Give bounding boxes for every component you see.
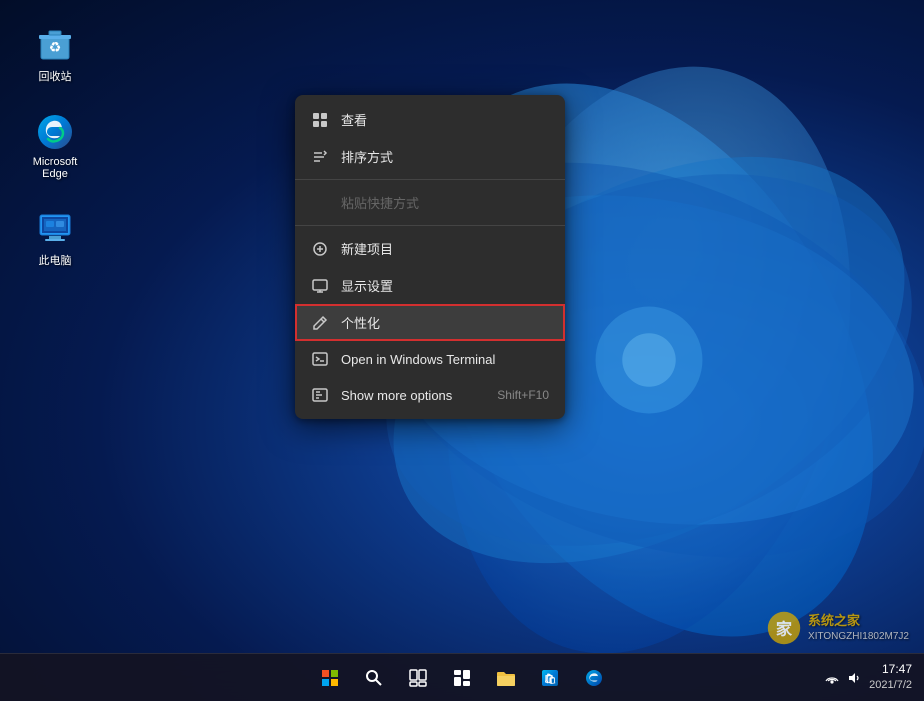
this-pc-icon[interactable]: 此电脑 — [20, 204, 90, 272]
menu-item-personalize[interactable]: 个性化 — [295, 304, 565, 341]
recycle-bin-image: ♻ — [35, 24, 75, 64]
this-pc-label: 此电脑 — [39, 252, 72, 268]
menu-item-paste-label: 粘贴快捷方式 — [341, 193, 419, 212]
menu-item-personalize-label: 个性化 — [341, 313, 380, 332]
more-icon — [311, 386, 329, 404]
watermark-logo: 家 — [766, 610, 802, 646]
file-explorer-button[interactable] — [486, 658, 526, 698]
clock-time: 17:47 — [869, 661, 912, 678]
search-button[interactable] — [354, 658, 394, 698]
menu-item-more-options[interactable]: Show more options Shift+F10 — [295, 377, 565, 413]
menu-item-more-label: Show more options — [341, 388, 452, 403]
edge-label: Microsoft Edge — [24, 156, 86, 180]
menu-divider-1 — [295, 179, 565, 180]
terminal-icon — [311, 350, 329, 368]
edge-image — [35, 112, 75, 152]
desktop-icon-area: ♻ 回收站 — [20, 20, 90, 272]
menu-item-terminal[interactable]: Open in Windows Terminal — [295, 341, 565, 377]
context-menu: 查看 排序方式 粘贴快捷方式 — [295, 95, 565, 419]
menu-item-sort[interactable]: 排序方式 — [295, 138, 565, 175]
display-icon — [311, 277, 329, 295]
start-button[interactable] — [310, 658, 350, 698]
svg-text:♻: ♻ — [49, 39, 62, 55]
recycle-bin-label: 回收站 — [39, 68, 72, 84]
network-icon — [825, 671, 839, 685]
svg-text:家: 家 — [776, 619, 793, 638]
task-view-button[interactable] — [398, 658, 438, 698]
menu-item-terminal-label: Open in Windows Terminal — [341, 352, 495, 367]
menu-item-display[interactable]: 显示设置 — [295, 267, 565, 304]
edge-taskbar-button[interactable] — [574, 658, 614, 698]
paste-icon — [311, 194, 329, 212]
svg-text:🛍: 🛍 — [544, 673, 557, 685]
taskbar-tray: 17:47 2021/7/2 — [825, 661, 912, 693]
watermark-brand: 系统之家 — [808, 613, 909, 630]
this-pc-image — [35, 208, 75, 248]
more-options-shortcut: Shift+F10 — [497, 388, 549, 402]
widgets-button[interactable] — [442, 658, 482, 698]
menu-item-paste-shortcut[interactable]: 粘贴快捷方式 — [295, 184, 565, 221]
recycle-bin-icon[interactable]: ♻ 回收站 — [20, 20, 90, 88]
watermark: 家 系统之家 XITONGZHI1802M7J2 — [766, 610, 909, 646]
sort-icon — [311, 148, 329, 166]
watermark-id: XITONGZHI1802M7J2 — [808, 630, 909, 643]
watermark-text-area: 系统之家 XITONGZHI1802M7J2 — [808, 613, 909, 643]
pencil-icon — [311, 314, 329, 332]
system-clock[interactable]: 17:47 2021/7/2 — [869, 661, 912, 693]
new-icon — [311, 240, 329, 258]
store-button[interactable]: 🛍 — [530, 658, 570, 698]
desktop: ♻ 回收站 — [0, 0, 924, 701]
menu-item-sort-label: 排序方式 — [341, 147, 393, 166]
menu-item-view[interactable]: 查看 — [295, 101, 565, 138]
taskbar-center: 🛍 — [310, 658, 614, 698]
volume-icon — [847, 671, 861, 685]
clock-date: 2021/7/2 — [869, 678, 912, 693]
menu-divider-2 — [295, 225, 565, 226]
menu-item-view-label: 查看 — [341, 110, 367, 129]
menu-item-new-label: 新建项目 — [341, 239, 393, 258]
edge-icon[interactable]: Microsoft Edge — [20, 108, 90, 184]
view-icon — [311, 111, 329, 129]
menu-item-new[interactable]: 新建项目 — [295, 230, 565, 267]
taskbar: 🛍 — [0, 653, 924, 701]
menu-item-display-label: 显示设置 — [341, 276, 393, 295]
